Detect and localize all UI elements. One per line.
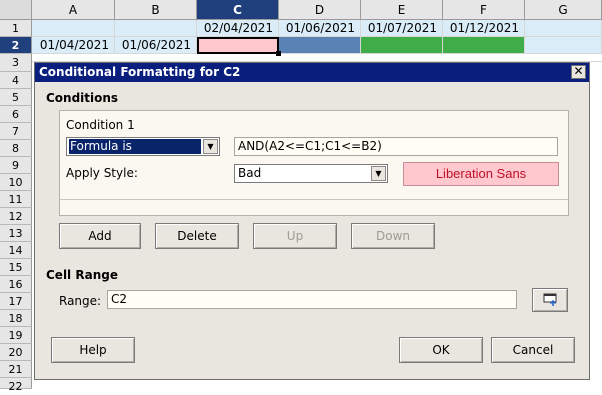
cell-b1[interactable] [115,20,197,37]
row-header-11[interactable]: 11 [0,191,32,208]
condition-divider [60,199,568,200]
column-header-a[interactable]: A [32,0,115,20]
delete-button[interactable]: Delete [155,223,239,249]
cell-b2[interactable]: 01/06/2021 [115,37,197,54]
cancel-button[interactable]: Cancel [491,337,575,363]
add-button[interactable]: Add [59,223,141,249]
condition-label: Condition 1 [66,118,135,132]
column-header-c[interactable]: C [197,0,279,20]
row-header-20[interactable]: 20 [0,344,32,361]
row-header-4[interactable]: 4 [0,72,32,89]
cell-g2[interactable] [525,37,602,54]
row-header-6[interactable]: 6 [0,106,32,123]
apply-style-value: Bad [238,166,262,180]
row-header-1[interactable]: 1 [0,20,32,37]
row-header-10[interactable]: 10 [0,174,32,191]
column-header-e[interactable]: E [361,0,443,20]
up-button[interactable]: Up [253,223,337,249]
column-header-d[interactable]: D [279,0,361,20]
down-button[interactable]: Down [351,223,435,249]
row-header-21[interactable]: 21 [0,361,32,378]
cell-c1[interactable]: 02/04/2021 [197,20,279,37]
row-header-15[interactable]: 15 [0,259,32,276]
range-input[interactable]: C2 [107,290,517,309]
row-header-16[interactable]: 16 [0,276,32,293]
cell-g1[interactable] [525,20,602,37]
row-header-8[interactable]: 8 [0,140,32,157]
dialog-title: Conditional Formatting for C2 [39,65,241,79]
cell-f1[interactable]: 01/12/2021 [443,20,525,37]
cell-e1[interactable]: 01/07/2021 [361,20,443,37]
cell-d1[interactable]: 01/06/2021 [279,20,361,37]
row-header-17[interactable]: 17 [0,293,32,310]
apply-style-dropdown[interactable]: Bad ▼ [234,164,388,183]
conditional-formatting-dialog: Conditional Formatting for C2 ✕ Conditio… [34,62,590,380]
column-header-g[interactable]: G [525,0,602,20]
condition-type-dropdown[interactable]: Formula is ▼ [66,137,220,156]
conditions-heading: Conditions [46,91,119,105]
cell-e2[interactable] [361,37,443,54]
cell-d2[interactable] [279,37,361,54]
cell-c2-active[interactable] [197,37,279,54]
chevron-down-icon[interactable]: ▼ [203,139,218,154]
formula-input[interactable]: AND(A2<=C1;C1<=B2) [234,137,558,156]
cell-f2[interactable] [443,37,525,54]
row-header-12[interactable]: 12 [0,208,32,225]
row-header-3[interactable]: 3 [0,54,32,72]
shrink-range-button[interactable] [532,288,568,312]
apply-style-label: Apply Style: [66,166,138,180]
style-preview: Liberation Sans [403,162,559,186]
row-header-13[interactable]: 13 [0,225,32,242]
column-header-f[interactable]: F [443,0,525,20]
row-3-cells [32,54,602,62]
range-label: Range: [59,294,102,308]
dialog-titlebar[interactable]: Conditional Formatting for C2 ✕ [35,63,589,82]
ok-button[interactable]: OK [399,337,483,363]
chevron-down-icon[interactable]: ▼ [371,166,386,181]
row-header-2[interactable]: 2 [0,37,32,54]
select-all-corner[interactable] [0,0,32,20]
row-header-5[interactable]: 5 [0,89,32,106]
row-header-14[interactable]: 14 [0,242,32,259]
help-button[interactable]: Help [51,337,135,363]
cell-a2[interactable]: 01/04/2021 [32,37,115,54]
cell-range-heading: Cell Range [46,268,118,282]
close-icon[interactable]: ✕ [571,65,586,79]
row-header-9[interactable]: 9 [0,157,32,174]
condition-type-value: Formula is [69,139,201,154]
row-header-18[interactable]: 18 [0,310,32,327]
column-header-b[interactable]: B [115,0,197,20]
shrink-icon [543,293,557,306]
row-header-7[interactable]: 7 [0,123,32,140]
row-header-19[interactable]: 19 [0,327,32,344]
row-header-22[interactable]: 22 [0,378,32,393]
cell-a1[interactable] [32,20,115,37]
